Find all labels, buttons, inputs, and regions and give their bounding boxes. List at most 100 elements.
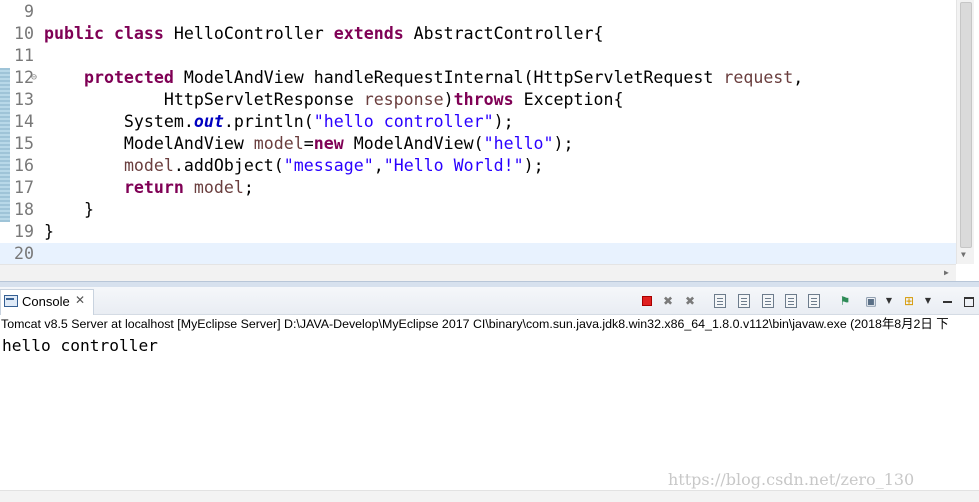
code-token: model bbox=[193, 178, 244, 197]
code-text: model.addObject("message","Hello World!"… bbox=[44, 155, 544, 177]
code-text: protected ModelAndView handleRequestInte… bbox=[44, 67, 803, 89]
scroll-right-arrow-icon[interactable]: ▶ bbox=[944, 268, 949, 278]
maximize-icon[interactable] bbox=[962, 294, 976, 308]
code-token: ); bbox=[523, 156, 544, 175]
code-line[interactable]: 16 model.addObject("message","Hello Worl… bbox=[0, 155, 956, 177]
code-token: HelloController bbox=[163, 24, 334, 43]
code-token: AbstractController{ bbox=[403, 24, 604, 43]
code-token: } bbox=[44, 222, 54, 241]
line-number: 13 bbox=[14, 90, 34, 109]
code-token: model bbox=[253, 134, 304, 153]
console-icon bbox=[4, 295, 18, 307]
console-view: Console ✕ ✖ ✖ ⚑ ▣ ▼ ⊞ ▼ Tomcat v8.5 Serv… bbox=[0, 287, 979, 502]
code-line[interactable]: 19} bbox=[0, 221, 956, 243]
code-token: Exception{ bbox=[513, 90, 624, 109]
code-editor[interactable]: 9 10 public class HelloController extends … bbox=[0, 0, 979, 282]
line-number: 18 bbox=[14, 200, 34, 219]
code-token: protected bbox=[83, 68, 174, 87]
console-horizontal-scrollbar[interactable] bbox=[0, 490, 979, 502]
code-text: System.out.println("hello controller"); bbox=[44, 111, 514, 133]
line-number: 10 bbox=[14, 24, 34, 43]
code-text: return model; bbox=[44, 177, 254, 199]
code-line[interactable]: 14 System.out.println("hello controller"… bbox=[0, 111, 956, 133]
close-icon[interactable]: ✕ bbox=[75, 293, 85, 307]
code-token: ) bbox=[443, 90, 454, 109]
code-token: ModelAndView bbox=[44, 134, 254, 153]
code-token: response bbox=[363, 90, 444, 109]
code-line[interactable]: 13 HttpServletResponse response)throws E… bbox=[0, 89, 956, 111]
code-token: ModelAndView handleRequestInternal(HttpS… bbox=[173, 68, 724, 87]
editor-vertical-scrollbar[interactable]: ▼ bbox=[956, 0, 974, 264]
remove-launch-button[interactable]: ✖ bbox=[661, 294, 675, 308]
watermark-text: https://blog.csdn.net/zero_130 bbox=[668, 470, 915, 489]
console-output-text[interactable]: hello controller bbox=[2, 335, 158, 357]
code-token: return bbox=[123, 178, 184, 197]
code-token: "hello controller" bbox=[313, 112, 494, 131]
console-tab-label: Console bbox=[22, 294, 70, 309]
code-text: public class HelloController extends Abs… bbox=[44, 23, 604, 45]
code-token: public bbox=[44, 24, 104, 43]
word-wrap-icon[interactable] bbox=[762, 294, 774, 308]
line-number: 20 bbox=[14, 244, 34, 263]
editor-vertical-scroll-thumb[interactable] bbox=[960, 2, 972, 248]
pin-console-icon[interactable]: ⚑ bbox=[838, 294, 852, 308]
line-number: 9 bbox=[24, 2, 34, 21]
display-selected-console-icon[interactable]: ▣ bbox=[864, 294, 878, 308]
scroll-lock-icon[interactable] bbox=[738, 294, 750, 308]
scroll-down-arrow-icon[interactable]: ▼ bbox=[961, 250, 966, 260]
code-token: ; bbox=[243, 178, 254, 197]
code-line[interactable]: 17 return model; bbox=[0, 177, 956, 199]
code-token: "hello" bbox=[483, 134, 554, 153]
open-console-icon[interactable]: ⊞ bbox=[902, 294, 916, 308]
code-line[interactable]: 10 public class HelloController extends A… bbox=[0, 23, 956, 45]
code-token: = bbox=[303, 134, 314, 153]
code-line[interactable]: 18 } bbox=[0, 199, 956, 221]
code-token: "message" bbox=[283, 156, 374, 175]
editor-horizontal-scrollbar[interactable]: ▶ bbox=[0, 264, 956, 282]
code-line[interactable]: 9 bbox=[0, 1, 956, 23]
show-console-on-stdout-icon[interactable] bbox=[785, 294, 797, 308]
code-text: } bbox=[44, 199, 94, 221]
code-text: HttpServletResponse response)throws Exce… bbox=[44, 89, 624, 111]
console-tab-bar: Console ✕ ✖ ✖ ⚑ ▣ ▼ ⊞ ▼ bbox=[0, 287, 979, 315]
line-number: 16 bbox=[14, 156, 34, 175]
terminate-button[interactable] bbox=[640, 294, 654, 308]
show-console-on-stderr-icon[interactable] bbox=[808, 294, 820, 308]
minimize-icon[interactable] bbox=[941, 294, 955, 308]
code-token: , bbox=[793, 68, 804, 87]
code-token: class bbox=[113, 24, 164, 43]
code-token: ); bbox=[493, 112, 514, 131]
tab-console[interactable]: Console ✕ bbox=[0, 289, 94, 315]
code-token: model bbox=[123, 156, 174, 175]
remove-all-terminated-button[interactable]: ✖ bbox=[683, 294, 697, 308]
code-text: ModelAndView model=new ModelAndView("hel… bbox=[44, 133, 574, 155]
code-line[interactable]: 12 ⊖ protected ModelAndView handleRequest… bbox=[0, 67, 956, 89]
code-token: } bbox=[44, 200, 94, 219]
code-token: System. bbox=[44, 112, 194, 131]
code-token: extends bbox=[333, 24, 404, 43]
code-line[interactable]: 11 bbox=[0, 45, 956, 67]
chevron-down-icon[interactable]: ▼ bbox=[921, 294, 935, 308]
code-token: throws bbox=[453, 90, 514, 109]
code-token: .addObject( bbox=[173, 156, 284, 175]
code-text: } bbox=[44, 221, 54, 243]
code-token: ); bbox=[553, 134, 574, 153]
code-line[interactable]: 15 ModelAndView model=new ModelAndView("… bbox=[0, 133, 956, 155]
code-token: .println( bbox=[223, 112, 314, 131]
clear-console-icon[interactable] bbox=[714, 294, 726, 308]
line-number: 19 bbox=[14, 222, 34, 241]
code-token: ModelAndView( bbox=[343, 134, 484, 153]
console-process-description: Tomcat v8.5 Server at localhost [MyEclip… bbox=[1, 317, 949, 331]
collapse-icon[interactable]: ⊖ bbox=[31, 67, 37, 89]
code-line[interactable]: 20 bbox=[0, 243, 956, 265]
code-token: , bbox=[373, 156, 384, 175]
code-token: HttpServletResponse bbox=[44, 90, 364, 109]
line-number: 11 bbox=[14, 46, 34, 65]
line-number: 15 bbox=[14, 134, 34, 153]
chevron-down-icon[interactable]: ▼ bbox=[882, 294, 896, 308]
